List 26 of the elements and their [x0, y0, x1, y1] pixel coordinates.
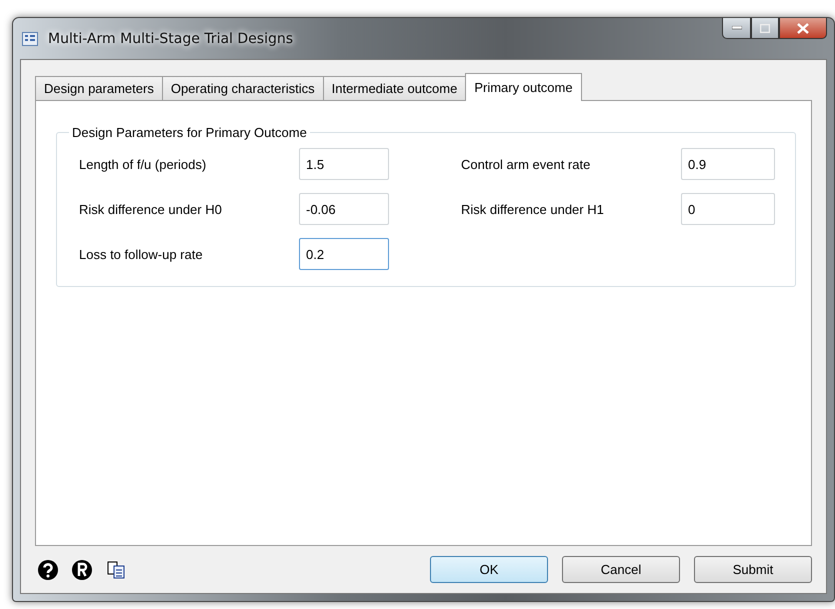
field-label: Risk difference under H1	[461, 202, 605, 216]
input-field[interactable]: 1.5	[299, 148, 389, 180]
group-title: Design Parameters for Primary Outcome	[71, 125, 308, 140]
field-label: Length of f/u (periods)	[79, 156, 208, 172]
dialog-button[interactable]: OK	[430, 556, 548, 583]
window-icon	[22, 32, 38, 46]
minimize-icon	[732, 26, 742, 30]
input-field[interactable]: 0.9	[681, 148, 775, 180]
input-field[interactable]: -0.06	[299, 193, 389, 225]
window-title: Multi-Arm Multi-Stage Trial Designs	[48, 30, 294, 46]
dialog-button[interactable]: Cancel	[562, 556, 680, 583]
tab[interactable]: Design parameters	[35, 76, 163, 100]
tab[interactable]: Intermediate outcome	[322, 76, 466, 100]
minimize-button[interactable]	[722, 18, 751, 39]
tab[interactable]: Operating characteristics	[162, 76, 324, 100]
field-label: Loss to follow-up rate	[79, 246, 204, 262]
close-button[interactable]	[779, 18, 827, 39]
maximize-icon	[760, 24, 770, 32]
close-icon	[797, 22, 809, 34]
dialog-button[interactable]: Submit	[694, 556, 812, 583]
input-field[interactable]: 0.2	[299, 238, 389, 270]
field-label: Control arm event rate	[461, 156, 592, 172]
field-label: Risk difference under H0	[79, 202, 223, 216]
tab[interactable]: Primary outcome	[465, 73, 582, 101]
maximize-button[interactable]	[751, 18, 779, 39]
input-field[interactable]: 0	[681, 193, 775, 225]
